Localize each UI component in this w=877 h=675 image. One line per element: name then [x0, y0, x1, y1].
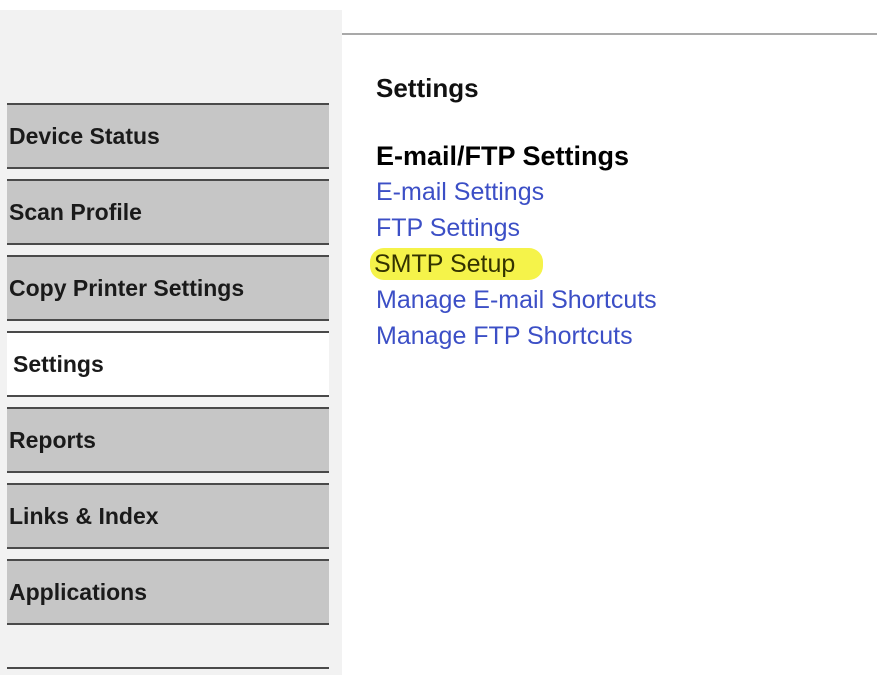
- list-item: SMTP Setup: [370, 246, 856, 282]
- manage-email-shortcuts-link[interactable]: Manage E-mail Shortcuts: [376, 286, 657, 314]
- sidebar: Device Status Scan Profile Copy Printer …: [0, 0, 342, 675]
- sidebar-top-spacer: [0, 0, 342, 10]
- sidebar-item-links-index[interactable]: Links & Index: [7, 483, 329, 549]
- sidebar-item-settings[interactable]: Settings: [7, 331, 329, 397]
- sidebar-item-label: Scan Profile: [9, 198, 142, 225]
- sidebar-item-label: Settings: [13, 350, 104, 377]
- email-settings-link[interactable]: E-mail Settings: [376, 178, 544, 206]
- manage-ftp-shortcuts-link[interactable]: Manage FTP Shortcuts: [376, 322, 633, 350]
- page-title: Settings: [376, 73, 479, 103]
- sidebar-item-device-status[interactable]: Device Status: [7, 103, 329, 169]
- sidebar-item-applications[interactable]: Applications: [7, 559, 329, 625]
- sidebar-item-label: Applications: [9, 578, 148, 605]
- sidebar-nav: Device Status Scan Profile Copy Printer …: [7, 103, 329, 635]
- sidebar-item-label: Device Status: [9, 122, 160, 149]
- sidebar-item-copy-printer-settings[interactable]: Copy Printer Settings: [7, 255, 329, 321]
- list-item: Manage FTP Shortcuts: [376, 318, 856, 354]
- sidebar-item-label: Links & Index: [9, 502, 159, 529]
- section-title: E-mail/FTP Settings: [376, 141, 630, 171]
- sidebar-item-label: Copy Printer Settings: [9, 274, 245, 301]
- ftp-settings-link[interactable]: FTP Settings: [376, 214, 520, 242]
- sidebar-item-label: Reports: [9, 426, 96, 453]
- sidebar-item-scan-profile[interactable]: Scan Profile: [7, 179, 329, 245]
- sidebar-divider: [7, 667, 329, 669]
- main-content: Settings E-mail/FTP Settings E-mail Sett…: [370, 70, 856, 354]
- page: Device Status Scan Profile Copy Printer …: [0, 0, 877, 675]
- settings-link-list: E-mail Settings FTP Settings SMTP Setup …: [370, 174, 856, 354]
- smtp-setup-link[interactable]: SMTP Setup: [370, 248, 544, 280]
- list-item: FTP Settings: [376, 210, 856, 246]
- list-item: E-mail Settings: [376, 174, 856, 210]
- sidebar-item-reports[interactable]: Reports: [7, 407, 329, 473]
- list-item: Manage E-mail Shortcuts: [376, 282, 856, 318]
- header-divider: [342, 33, 877, 35]
